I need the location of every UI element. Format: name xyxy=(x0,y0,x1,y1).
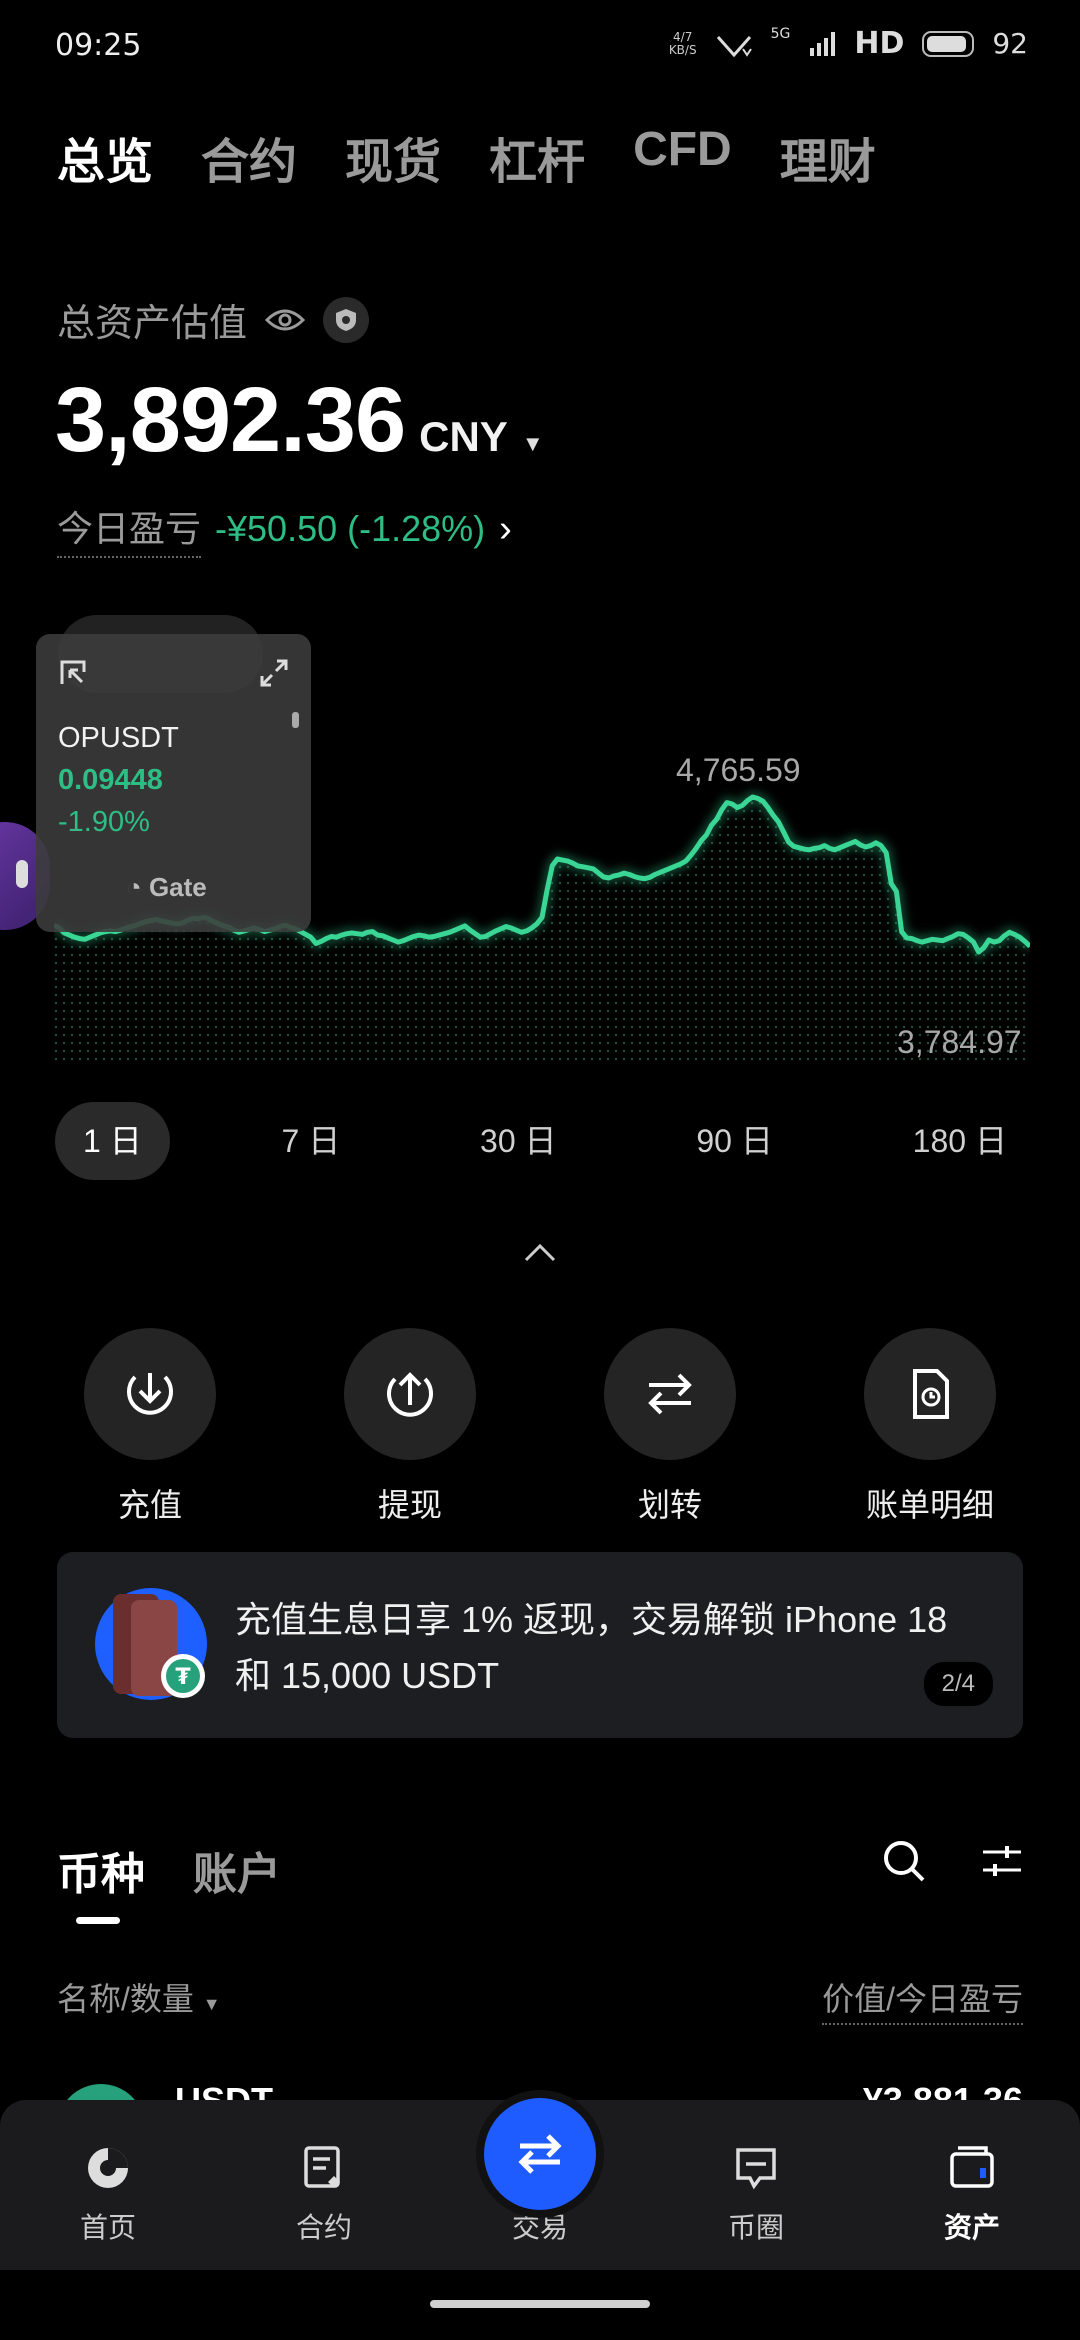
floating-ticker-widget[interactable]: OPUSDT 0.09448 -1.90% ◔ Gate xyxy=(36,634,311,932)
gate-logo-icon: ◔ xyxy=(126,872,142,902)
widget-scrollbar xyxy=(292,712,299,728)
withdraw-label: 提现 xyxy=(377,1487,442,1523)
bill-details-button[interactable]: 账单明细 xyxy=(835,1328,1025,1526)
futures-icon xyxy=(304,2146,340,2188)
tab-spot[interactable]: 现货 xyxy=(345,122,441,192)
gate-logo: ◔ Gate xyxy=(126,872,207,902)
sort-name-quantity[interactable]: 名称/数量 ▼ xyxy=(57,1974,221,2025)
deposit-icon xyxy=(127,1373,173,1415)
quick-actions: 充值 提现 划转 账单明细 xyxy=(55,1328,1025,1526)
period-7d[interactable]: 7 日 xyxy=(254,1102,369,1180)
today-pnl-value: -¥50.50 (-1.28%) xyxy=(215,508,486,549)
period-30d[interactable]: 30 日 xyxy=(452,1102,585,1180)
hd-label: HD xyxy=(854,26,905,61)
bill-details-label: 账单明细 xyxy=(865,1487,994,1523)
period-90d[interactable]: 90 日 xyxy=(668,1102,801,1180)
holdings-tools xyxy=(881,1838,1025,1884)
status-bar: 09:25 4/7 KB/S 5G HD 92 xyxy=(0,0,1080,92)
holdings-tabs: 币种 账户 xyxy=(57,1838,281,1902)
promo-text: 充值生息日享 1% 返现，交易解锁 iPhone 18 和 15,000 USD… xyxy=(235,1599,948,1696)
filter-icon[interactable] xyxy=(979,1838,1025,1884)
home-indicator xyxy=(430,2300,650,2308)
withdraw-icon xyxy=(387,1372,433,1417)
chart-low-label: 3,784.97 xyxy=(897,1024,1022,1060)
svg-text:₮: ₮ xyxy=(175,1665,191,1690)
ticker-price: 0.09448 xyxy=(58,764,163,796)
minimize-icon[interactable] xyxy=(58,658,88,688)
today-pnl-label: 今日盈亏 xyxy=(57,500,202,558)
expand-icon[interactable] xyxy=(259,658,289,688)
trade-fab-button[interactable] xyxy=(484,2098,596,2210)
ticker-symbol: OPUSDT xyxy=(58,722,179,754)
wifi-icon xyxy=(716,35,752,57)
transfer-button[interactable]: 划转 xyxy=(575,1328,765,1526)
chart-high-label: 4,765.59 xyxy=(676,752,801,788)
tab-cfd[interactable]: CFD xyxy=(633,122,732,192)
currency-selector[interactable]: CNY xyxy=(419,413,508,461)
sort-caret-icon: ▼ xyxy=(202,1994,221,2014)
wallet-icon xyxy=(950,2146,994,2188)
total-assets-label: 总资产估值 xyxy=(57,303,248,345)
nav-assets[interactable]: 资产 xyxy=(892,2100,1052,2270)
chevron-up-icon[interactable] xyxy=(520,1240,560,1264)
net-speed: 4/7 KB/S xyxy=(668,29,697,57)
search-icon[interactable] xyxy=(881,1838,927,1884)
promo-image: ₮ xyxy=(95,1588,207,1700)
period-180d[interactable]: 180 日 xyxy=(885,1102,1035,1180)
period-selector: 1 日 7 日 30 日 90 日 180 日 xyxy=(55,1102,1035,1180)
chevron-right-icon: › xyxy=(499,507,512,550)
signal-label: 5G xyxy=(770,26,791,42)
transfer-label: 划转 xyxy=(637,1487,702,1523)
promo-banner[interactable]: ₮ 充值生息日享 1% 返现，交易解锁 iPhone 18 和 15,000 U… xyxy=(57,1552,1023,1738)
transfer-icon xyxy=(648,1373,692,1415)
holdings-column-header: 名称/数量 ▼ 价值/今日盈亏 xyxy=(57,1974,1023,2025)
status-icons: 4/7 KB/S 5G HD 92 xyxy=(669,26,1028,61)
tab-margin[interactable]: 杠杆 xyxy=(489,122,585,192)
tab-indicator xyxy=(76,1917,120,1924)
swap-icon xyxy=(518,2134,562,2174)
withdraw-button[interactable]: 提现 xyxy=(315,1328,505,1526)
today-pnl[interactable]: 今日盈亏 -¥50.50 (-1.28%) › xyxy=(57,500,512,558)
bill-icon xyxy=(913,1369,949,1419)
battery-icon xyxy=(922,30,975,57)
shield-icon[interactable] xyxy=(323,296,370,343)
promo-page-indicator: 2/4 xyxy=(923,1662,993,1706)
nav-community[interactable]: 币圈 xyxy=(676,2100,836,2270)
value-pnl-header[interactable]: 价值/今日盈亏 xyxy=(822,1974,1023,2025)
tab-coins[interactable]: 币种 xyxy=(57,1838,145,1902)
status-time: 09:25 xyxy=(55,28,142,63)
caret-down-icon[interactable]: ▼ xyxy=(522,431,544,457)
period-1d[interactable]: 1 日 xyxy=(55,1102,170,1180)
deposit-label: 充值 xyxy=(117,1487,182,1523)
total-assets-header: 总资产估值 xyxy=(57,292,370,347)
home-icon xyxy=(88,2148,128,2188)
ticker-change: -1.90% xyxy=(58,806,150,838)
nav-home[interactable]: 首页 xyxy=(28,2100,188,2270)
total-assets-value: 3,892.36 xyxy=(55,369,406,471)
signal-icon xyxy=(810,31,836,56)
nav-futures[interactable]: 合约 xyxy=(244,2100,404,2270)
top-tabs: 总览 合约 现货 杠杆 CFD 理财 xyxy=(57,122,876,192)
tab-accounts[interactable]: 账户 xyxy=(193,1838,281,1902)
tab-futures[interactable]: 合约 xyxy=(201,122,297,192)
battery-level: 92 xyxy=(992,27,1028,60)
total-assets: 3,892.36 CNY ▼ xyxy=(55,368,544,473)
deposit-button[interactable]: 充值 xyxy=(55,1328,245,1526)
eye-icon[interactable] xyxy=(265,306,306,334)
tab-earn[interactable]: 理财 xyxy=(780,122,876,192)
community-icon xyxy=(736,2148,776,2190)
tab-overview[interactable]: 总览 xyxy=(57,122,153,192)
